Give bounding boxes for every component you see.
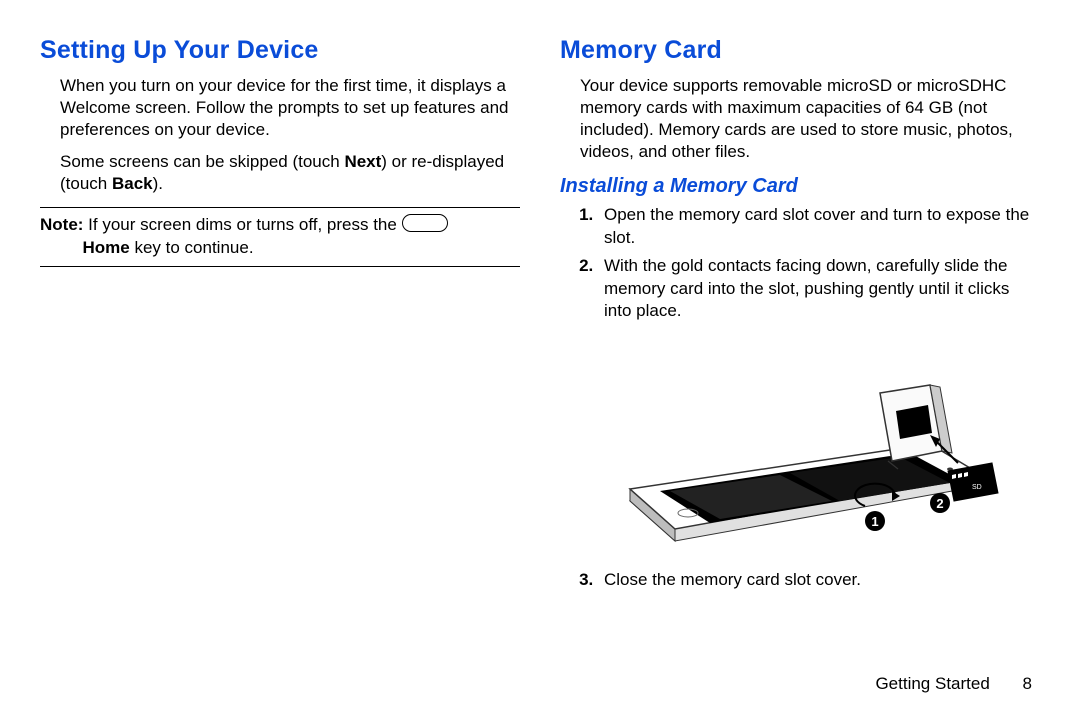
right-column: Memory Card Your device supports removab… <box>560 36 1040 597</box>
subheading-installing: Installing a Memory Card <box>560 175 1040 198</box>
step-1: Open the memory card slot cover and turn… <box>598 204 1040 249</box>
note-text-b: key to continue. <box>130 238 254 257</box>
callout-1: 1 <box>871 514 878 529</box>
paragraph-memory-support: Your device supports removable microSD o… <box>580 75 1040 163</box>
note-box: Note: If your screen dims or turns off, … <box>40 207 520 267</box>
left-column: Setting Up Your Device When you turn on … <box>40 36 520 597</box>
tablet-memory-figure: SD 1 2 <box>600 341 1040 551</box>
tablet-illustration: SD 1 2 <box>600 341 1000 551</box>
step-2: With the gold contacts facing down, care… <box>598 255 1040 322</box>
paragraph-welcome: When you turn on your device for the fir… <box>60 75 520 141</box>
heading-setting-up: Setting Up Your Device <box>40 36 520 65</box>
paragraph-skip: Some screens can be skipped (touch Next)… <box>60 151 520 195</box>
footer-page-number: 8 <box>1023 674 1032 694</box>
footer-section: Getting Started <box>875 674 989 693</box>
heading-memory-card: Memory Card <box>560 36 1040 65</box>
page-footer: Getting Started 8 <box>875 674 1032 694</box>
text-fragment: ). <box>153 174 163 193</box>
callout-2: 2 <box>936 496 943 511</box>
text-fragment: Some screens can be skipped (touch <box>60 152 344 171</box>
note-home-key: Home <box>83 238 130 257</box>
install-steps: Open the memory card slot cover and turn… <box>572 204 1040 322</box>
text-back: Back <box>112 174 153 193</box>
install-steps-cont: Close the memory card slot cover. <box>572 569 1040 591</box>
home-button-icon <box>402 214 448 232</box>
note-label: Note: <box>40 215 83 234</box>
step-3: Close the memory card slot cover. <box>598 569 1040 591</box>
note-text-a: If your screen dims or turns off, press … <box>83 215 401 234</box>
text-next: Next <box>344 152 381 171</box>
svg-text:SD: SD <box>972 484 982 491</box>
